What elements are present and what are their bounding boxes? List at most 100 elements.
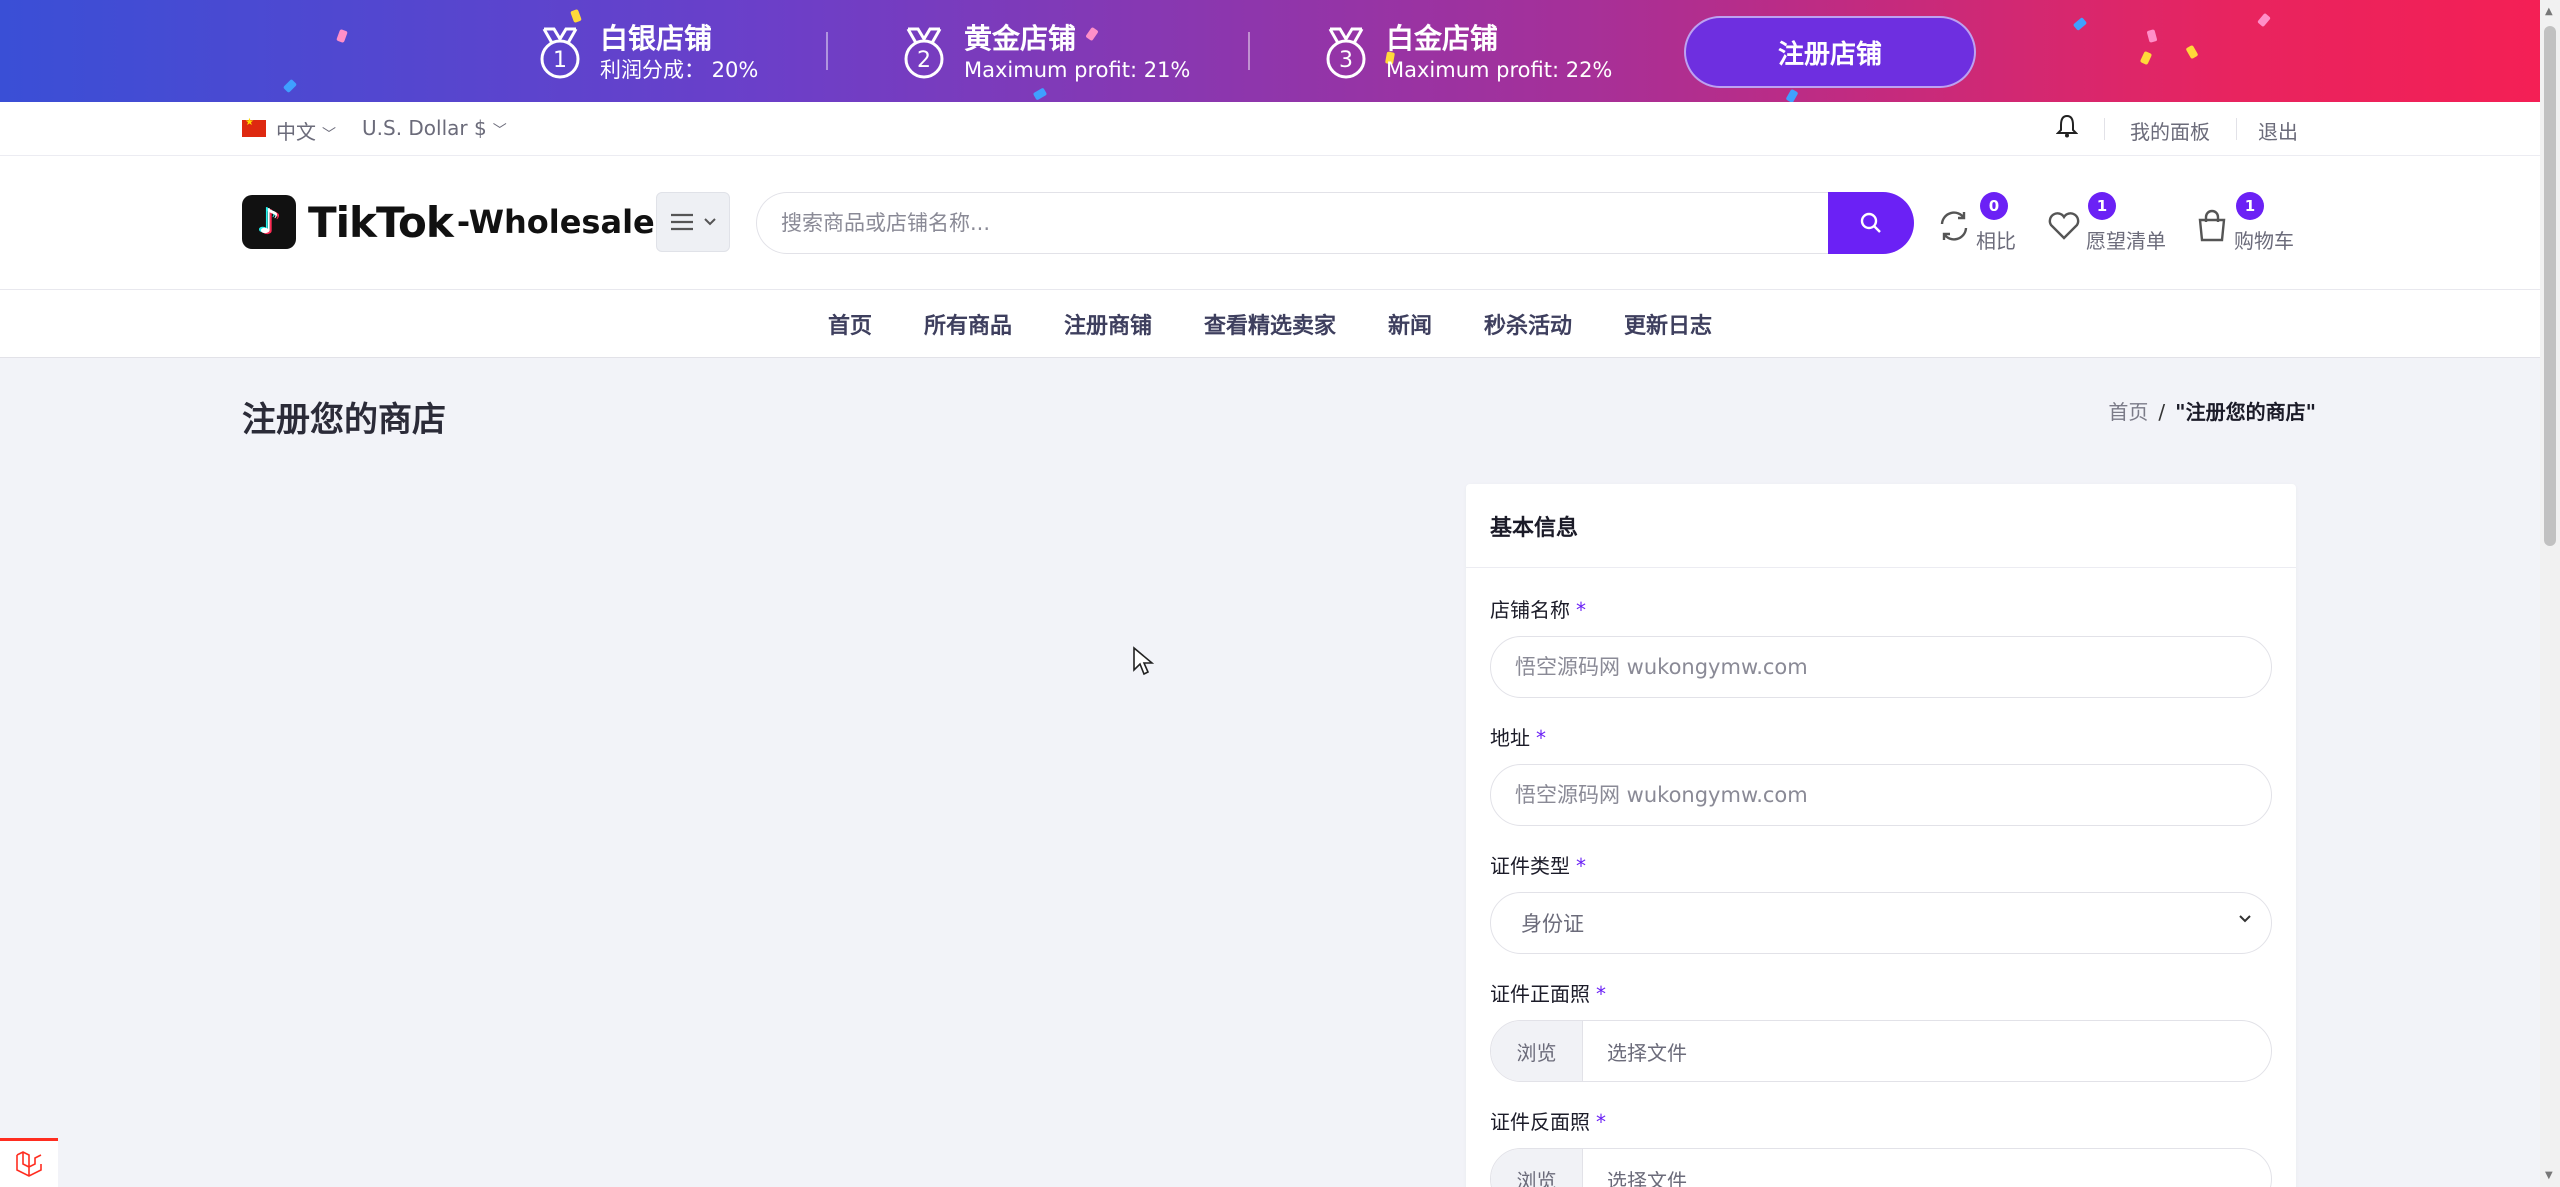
mouse-cursor-icon (1133, 646, 1154, 676)
field-label: 地址 * (1490, 722, 2272, 752)
scrollbar-thumb[interactable] (2544, 26, 2556, 546)
nav-home[interactable]: 首页 (828, 308, 872, 340)
confetti (1785, 88, 1799, 102)
medal-icon: 3 (1326, 27, 1366, 79)
tier-subtitle: 利润分成： 20% (600, 58, 759, 82)
file-name-text: 选择文件 (1607, 1040, 1687, 1065)
field-label: 证件反面照 * (1490, 1106, 2272, 1136)
confetti (2072, 17, 2088, 31)
tier-divider (1248, 32, 1250, 70)
cart-button[interactable]: 1 购物车 (2194, 192, 2294, 256)
confetti (1032, 87, 1048, 101)
file-name-text: 选择文件 (1607, 1168, 1687, 1187)
field-label: 店铺名称 * (1490, 594, 2272, 624)
laravel-logo-icon (16, 1151, 42, 1177)
logout-link[interactable]: 退出 (2258, 116, 2298, 145)
id-front-file-input[interactable]: 浏览 选择文件 (1490, 1020, 2272, 1082)
tier-number: 3 (1339, 48, 1353, 73)
promo-banner: 1 白银店铺 利润分成： 20% 2 黄金店铺 Maximum profit: … (0, 0, 2540, 102)
shopping-bag-icon (2194, 208, 2230, 244)
basic-info-card: 基本信息 店铺名称* 地址* 证件类型* 身份证 证件正面照* 浏览 选择文件 … (1466, 484, 2296, 1187)
confetti (336, 28, 348, 44)
divider (2236, 118, 2237, 140)
divider (2104, 118, 2105, 140)
compare-count-badge: 0 (1980, 192, 2008, 220)
medal-icon: 1 (540, 27, 580, 79)
confetti (2146, 29, 2158, 43)
tier-subtitle: Maximum profit: 21% (964, 58, 1191, 82)
tier-platinum: 3 白金店铺 Maximum profit: 22% (1320, 18, 1612, 88)
site-header: ♪ TikTok -Wholesale 0 相比 1 愿望清单 1 购物车 (0, 156, 2540, 290)
shop-name-input[interactable] (1490, 636, 2272, 698)
scroll-up-arrow-icon[interactable]: ▲ (2545, 6, 2553, 17)
language-selector[interactable]: 中文 ﹀ (276, 116, 336, 145)
search-icon (1860, 212, 1881, 233)
id-type-field: 证件类型 * 身份证 (1490, 850, 2272, 954)
nav-changelog[interactable]: 更新日志 (1624, 308, 1712, 340)
tier-divider (826, 32, 828, 70)
hamburger-icon (671, 213, 693, 231)
tiktok-logo-icon: ♪ (242, 195, 296, 249)
id-type-select[interactable]: 身份证 (1490, 892, 2272, 954)
category-menu-button[interactable] (656, 192, 730, 252)
currency-selector[interactable]: U.S. Dollar $ ﹀ (362, 116, 507, 140)
chevron-down-icon: ﹀ (492, 123, 507, 139)
required-mark: * (1596, 982, 1606, 1006)
address-field: 地址 * (1490, 722, 2272, 826)
tier-name: 黄金店铺 (964, 22, 1077, 55)
scroll-down-arrow-icon[interactable]: ▼ (2545, 1170, 2553, 1181)
confetti (2139, 50, 2153, 66)
wishlist-count-badge: 1 (2088, 192, 2116, 220)
search-bar (756, 192, 1914, 254)
compare-label: 相比 (1976, 228, 2016, 253)
wishlist-label: 愿望清单 (2086, 228, 2166, 253)
field-label: 证件类型 * (1490, 850, 2272, 880)
address-label: 地址 (1490, 726, 1530, 750)
nav-news[interactable]: 新闻 (1388, 308, 1432, 340)
browse-button[interactable]: 浏览 (1491, 1021, 1583, 1081)
register-shop-button[interactable]: 注册店铺 (1684, 16, 1976, 88)
site-logo[interactable]: ♪ TikTok -Wholesale (242, 194, 655, 250)
cart-label: 购物车 (2234, 228, 2294, 253)
browse-button[interactable]: 浏览 (1491, 1149, 1583, 1187)
required-mark: * (1536, 726, 1546, 750)
id-front-label: 证件正面照 (1490, 982, 1590, 1006)
breadcrumb-home[interactable]: 首页 (2108, 400, 2148, 424)
page-scrollbar[interactable]: ▲ ▼ (2540, 0, 2560, 1187)
bell-icon[interactable] (2055, 114, 2079, 144)
search-input[interactable] (756, 192, 1832, 254)
search-button[interactable] (1828, 192, 1914, 254)
confetti (2185, 44, 2199, 60)
id-back-label: 证件反面照 (1490, 1110, 1590, 1134)
card-header: 基本信息 (1466, 484, 2296, 568)
tier-name: 白金店铺 (1386, 22, 1499, 55)
nav-all-products[interactable]: 所有商品 (924, 308, 1012, 340)
logo-text: TikTok (308, 197, 454, 247)
debugbar-toggle[interactable] (0, 1138, 58, 1187)
field-label: 证件正面照 * (1490, 978, 2272, 1008)
id-front-field: 证件正面照 * 浏览 选择文件 (1490, 978, 2272, 1082)
my-dashboard-link[interactable]: 我的面板 (2130, 116, 2210, 145)
id-back-field: 证件反面照 * 浏览 选择文件 (1490, 1106, 2272, 1187)
nav-flash-sale[interactable]: 秒杀活动 (1484, 308, 1572, 340)
wishlist-button[interactable]: 1 愿望清单 (2046, 192, 2166, 256)
cart-count-badge: 1 (2236, 192, 2264, 220)
nav-register-shop[interactable]: 注册商铺 (1064, 308, 1152, 340)
chevron-down-icon (704, 218, 716, 226)
nav-featured-sellers[interactable]: 查看精选卖家 (1204, 308, 1336, 340)
chevron-down-icon: ﹀ (322, 127, 336, 143)
top-utility-bar: 中文 ﹀ U.S. Dollar $ ﹀ 我的面板 退出 (0, 102, 2540, 156)
address-input[interactable] (1490, 764, 2272, 826)
confetti (282, 78, 298, 94)
tier-number: 1 (553, 48, 567, 73)
chevron-down-icon (2239, 915, 2251, 923)
required-mark: * (1576, 854, 1586, 878)
china-flag-icon (242, 117, 266, 137)
card-title: 基本信息 (1490, 515, 1579, 541)
id-type-value: 身份证 (1521, 912, 1584, 936)
confetti (2257, 12, 2271, 28)
heart-icon (2046, 208, 2082, 244)
compare-button[interactable]: 0 相比 (1936, 192, 2016, 256)
id-type-label: 证件类型 (1490, 854, 1570, 878)
id-back-file-input[interactable]: 浏览 选择文件 (1490, 1148, 2272, 1187)
